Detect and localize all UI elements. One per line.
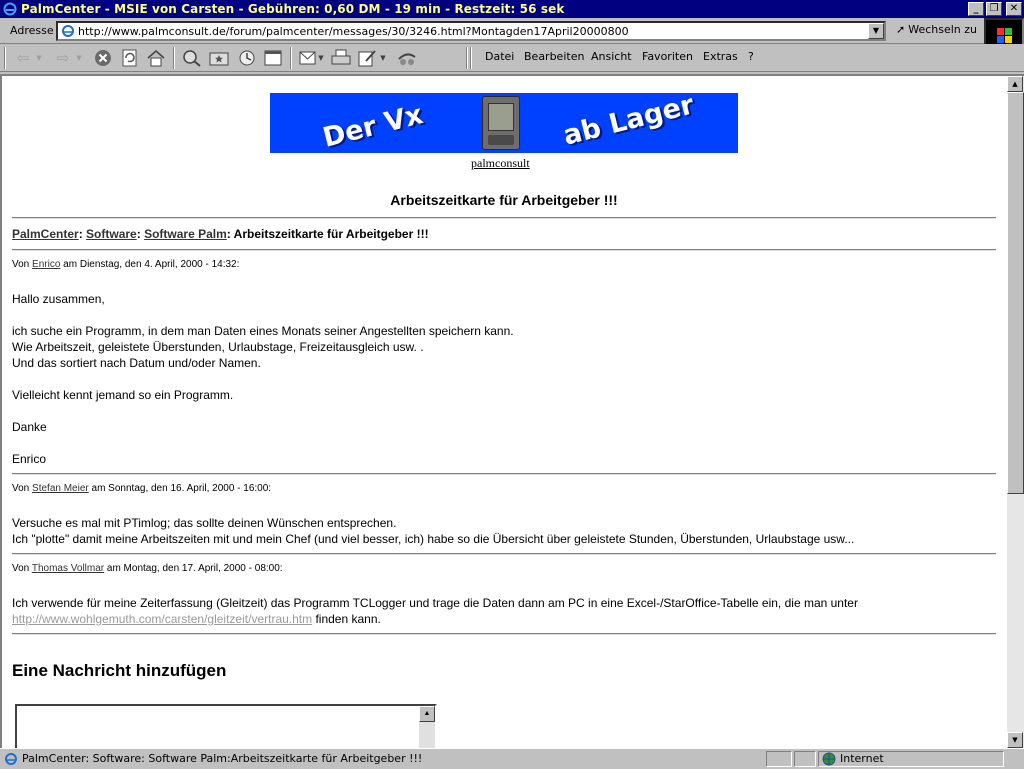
add-message-heading: Eine Nachricht hinzufügen (12, 661, 227, 680)
browser-viewport: Der Vx ab Lager palmconsult Arbeitszeitk… (0, 74, 1024, 748)
scroll-up-icon[interactable]: ▲ (1007, 76, 1023, 92)
menu-extras[interactable]: Extras (703, 50, 738, 63)
divider (12, 633, 996, 635)
address-dropdown-button[interactable]: ▼ (868, 23, 884, 39)
message-date: am Sonntag, den 16. April, 2000 - 16:00: (91, 483, 272, 494)
divider (12, 217, 996, 219)
textarea-scrollbar[interactable]: ▲ (419, 706, 435, 748)
banner-text-right: ab Lager (560, 93, 698, 152)
title-bar: PalmCenter - MSIE von Carsten - Gebühren… (0, 0, 1024, 18)
web-page: Der Vx ab Lager palmconsult Arbeitszeitk… (2, 76, 1006, 748)
back-icon[interactable]: ⇦ (12, 47, 34, 69)
ie-icon (3, 2, 17, 16)
message-text: Ich verwende für meine Zeiterfassung (Gl… (12, 596, 858, 610)
palm-device-image (482, 96, 520, 150)
globe-icon (822, 752, 836, 769)
status-segment (794, 751, 816, 767)
status-text: PalmCenter: Software: Software Palm:Arbe… (22, 752, 423, 765)
edit-icon[interactable] (357, 47, 379, 69)
message-meta: Von Thomas Vollmar am Montag, den 17. Ap… (12, 563, 283, 574)
page-icon (61, 24, 75, 38)
breadcrumb-software-palm[interactable]: Software Palm (144, 227, 227, 241)
banner-text-left: Der Vx (319, 99, 427, 153)
message-meta: Von Enrico am Dienstag, den 4. April, 20… (12, 259, 239, 270)
message-date: am Montag, den 17. April, 2000 - 08:00: (106, 563, 283, 574)
status-bar: PalmCenter: Software: Software Palm:Arbe… (0, 748, 1024, 768)
restore-button[interactable]: ❐ (986, 2, 1002, 16)
page-scrollbar[interactable]: ▲ ▼ (1007, 76, 1024, 748)
stop-icon[interactable] (92, 47, 114, 69)
divider (12, 249, 996, 251)
breadcrumb-software[interactable]: Software (86, 227, 137, 241)
page-status-icon (4, 752, 18, 769)
breadcrumb-palmcenter[interactable]: PalmCenter (12, 227, 79, 241)
back-dropdown-icon[interactable]: ▼ (34, 47, 44, 69)
forward-icon[interactable]: ⇨ (52, 47, 74, 69)
zone-label: Internet (840, 752, 884, 765)
windows-flag-icon (997, 28, 1013, 44)
go-arrow-icon: ➚ (896, 23, 906, 36)
menu-ansicht[interactable]: Ansicht (591, 50, 632, 63)
window-title: PalmCenter - MSIE von Carsten - Gebühren… (21, 2, 565, 16)
refresh-icon[interactable] (119, 47, 141, 69)
forward-dropdown-icon[interactable]: ▼ (74, 47, 84, 69)
print-icon[interactable] (330, 47, 352, 69)
meta-prefix: Von (12, 563, 30, 574)
external-link[interactable]: http://www.wohlgemuth.com/carsten/gleitz… (12, 612, 312, 626)
address-bar: Adresse ▼ ➚ Wechseln zu (0, 18, 1024, 44)
message-textarea[interactable]: ▲ (15, 704, 437, 748)
banner-link[interactable]: palmconsult (471, 156, 530, 171)
address-field[interactable]: ▼ (56, 21, 886, 41)
message-date: am Dienstag, den 4. April, 2000 - 14:32: (63, 259, 240, 270)
window-controls: _ ❐ ✕ (968, 2, 1022, 16)
history-icon[interactable] (236, 47, 258, 69)
scroll-up-icon[interactable]: ▲ (419, 706, 435, 722)
menu-bearbeiten[interactable]: Bearbeiten (524, 50, 584, 63)
search-icon[interactable] (181, 47, 203, 69)
message-text: finden kann. (312, 612, 381, 626)
message-body: Hallo zusammen, ich suche ein Programm, … (12, 292, 514, 466)
address-label: Adresse (10, 24, 54, 37)
go-button[interactable]: ➚ Wechseln zu (896, 23, 977, 36)
fullscreen-icon[interactable] (262, 47, 284, 69)
message-body: Ich verwende für meine Zeiterfassung (Gl… (12, 595, 858, 627)
advert-banner[interactable]: Der Vx ab Lager (270, 93, 738, 153)
message-meta: Von Stefan Meier am Sonntag, den 16. Apr… (12, 483, 271, 494)
go-label: Wechseln zu (908, 23, 978, 36)
close-button[interactable]: ✕ (1006, 2, 1022, 16)
mail-dropdown-icon[interactable]: ▼ (316, 47, 326, 69)
breadcrumb: PalmCenter: Software: Software Palm: Arb… (12, 227, 429, 241)
author-link[interactable]: Thomas Vollmar (32, 563, 104, 574)
menu-help[interactable]: ? (748, 50, 754, 63)
page-title: Arbeitszeitkarte für Arbeitgeber !!! (390, 192, 618, 208)
author-link[interactable]: Stefan Meier (32, 483, 89, 494)
divider (12, 473, 996, 475)
discuss-icon[interactable] (396, 47, 418, 69)
meta-prefix: Von (12, 259, 30, 270)
favorites-icon[interactable] (208, 47, 230, 69)
scroll-thumb[interactable] (1007, 92, 1024, 494)
menu-datei[interactable]: Datei (485, 50, 514, 63)
toolbar: ⇦ ▼ ⇨ ▼ ▼ ▼ Datei Bearbeiten Ansicht Fav… (0, 44, 1024, 72)
home-icon[interactable] (145, 47, 167, 69)
author-link[interactable]: Enrico (32, 259, 60, 270)
scroll-down-icon[interactable]: ▼ (1007, 732, 1023, 748)
minimize-button[interactable]: _ (968, 2, 984, 16)
meta-prefix: Von (12, 483, 30, 494)
status-segment (766, 751, 792, 767)
menu-favoriten[interactable]: Favoriten (642, 50, 693, 63)
edit-dropdown-icon[interactable]: ▼ (378, 47, 388, 69)
address-input[interactable] (78, 24, 868, 38)
divider (12, 553, 996, 555)
message-body: Versuche es mal mit PTimlog; das sollte … (12, 516, 855, 546)
breadcrumb-current: Arbeitszeitkarte für Arbeitgeber !!! (233, 227, 429, 241)
